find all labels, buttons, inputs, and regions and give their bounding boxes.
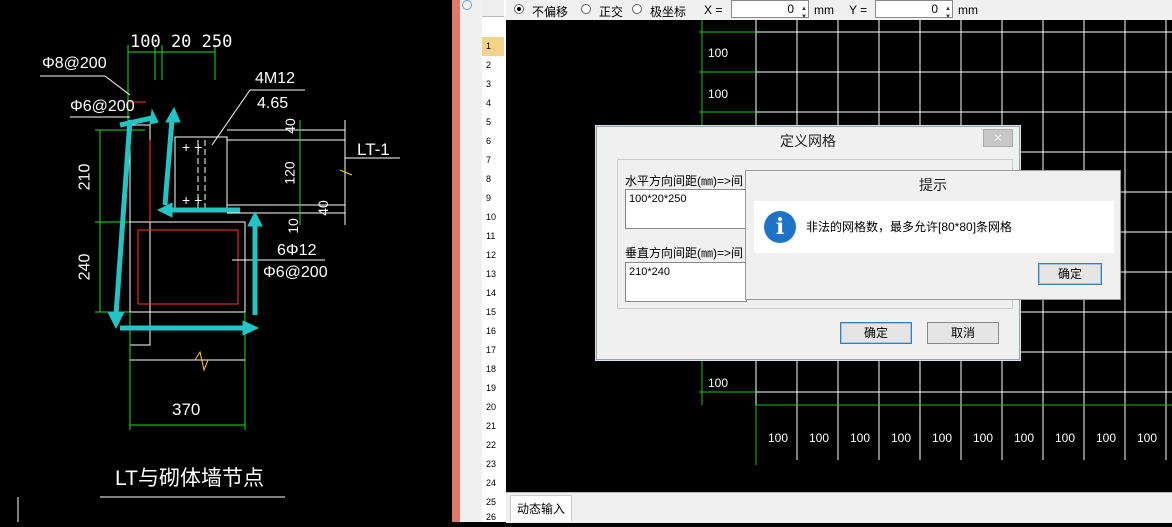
dim-370: 370	[172, 400, 201, 419]
grid-bottom-label: 100	[932, 431, 953, 445]
bolt-length-label: 4.65	[257, 95, 289, 112]
row-number[interactable]: 3	[482, 75, 504, 94]
grid-left-label: 100	[708, 46, 729, 60]
tab-dynamic-input[interactable]: 动态输入	[510, 495, 573, 521]
side-strip	[460, 0, 483, 522]
bottom-bar: 动态输入	[506, 492, 1172, 523]
row-number[interactable]: 1	[482, 37, 504, 56]
y-value: 0	[931, 2, 938, 16]
ok-button[interactable]: 确定	[840, 322, 912, 344]
circle-icon	[462, 0, 472, 10]
row-number[interactable]: 5	[482, 113, 504, 132]
x-label: X =	[704, 3, 723, 17]
radio-ortho-label[interactable]: 正交	[599, 3, 623, 20]
radio-polar-label[interactable]: 极坐标	[650, 3, 686, 20]
row-number[interactable]: 13	[482, 265, 504, 284]
row-number[interactable]: 10	[482, 208, 504, 227]
grid-left-label: 100	[708, 87, 729, 101]
lt1-label: LT-1	[357, 140, 390, 159]
radio-polar[interactable]	[632, 4, 642, 14]
row-number[interactable]: 9	[482, 189, 504, 208]
grid-bottom-label: 100	[768, 431, 789, 445]
grid-bottom-label: 100	[891, 431, 912, 445]
vertical-spacing-label: 垂直方向间距(㎜)=>间	[625, 246, 744, 260]
row-number[interactable]: 18	[482, 360, 504, 379]
tip-message: 非法的网格数，最多允许[80*80]条网格	[806, 220, 1013, 234]
vertical-spacing-input[interactable]: 210*240	[625, 262, 747, 302]
svg-text:+ +: + +	[182, 139, 202, 155]
row-number-column: 1 2 3 4 5 6 7 8 9 10 11 12 13 14 15 16 1…	[482, 0, 507, 522]
dim-10: 10	[284, 218, 301, 234]
tip-body: i 非法的网格数，最多允许[80*80]条网格	[754, 201, 1114, 253]
tip-ok-button[interactable]: 确定	[1038, 263, 1102, 285]
horizontal-spacing-input[interactable]: 100*20*250	[625, 189, 747, 229]
dim-210: 210	[76, 163, 94, 191]
x-unit: mm	[814, 3, 834, 17]
row-number[interactable]: 20	[482, 398, 504, 417]
row-number[interactable]: 23	[482, 455, 504, 474]
dim-120: 120	[281, 161, 298, 185]
row-number[interactable]: 12	[482, 246, 504, 265]
x-value: 0	[787, 2, 794, 16]
cad-drawing: + + + +	[17, 45, 400, 522]
tip-dialog: 提示 i 非法的网格数，最多允许[80*80]条网格 确定	[745, 170, 1121, 300]
rebar-stirrup-label: Φ6@200	[263, 264, 328, 281]
pane-splitter[interactable]	[452, 0, 460, 522]
rebar-top2-label: Φ6@200	[70, 98, 135, 115]
row-number[interactable]: 26	[482, 508, 504, 522]
grid-bottom-label: 100	[850, 431, 871, 445]
row-number[interactable]: 7	[482, 151, 504, 170]
row-number[interactable]: 24	[482, 474, 504, 493]
radio-no-offset[interactable]	[514, 4, 524, 14]
row-header	[482, 0, 504, 17]
grid-bottom-label: 100	[973, 431, 994, 445]
grid-bottom-label: 100	[1096, 431, 1117, 445]
grid-bottom-label: 100	[1014, 431, 1035, 445]
cad-drawing-pane[interactable]: + + + + 100 20 250 Φ8@200 Φ6@200 4M12 4.…	[0, 0, 452, 522]
row-number[interactable]: 16	[482, 322, 504, 341]
row-number[interactable]: 11	[482, 227, 504, 246]
dim-240: 240	[76, 253, 94, 281]
grid-bottom-label: 100	[1137, 431, 1158, 445]
y-input[interactable]: 0 ▲ ▼	[875, 0, 953, 20]
y-label: Y =	[849, 3, 868, 17]
rebar-top-label: Φ8@200	[42, 55, 107, 72]
cancel-button[interactable]: 取消	[927, 322, 999, 344]
row-number[interactable]: 8	[482, 170, 504, 189]
rebar-main-label: 6Φ12	[277, 242, 317, 259]
row-number[interactable]: 22	[482, 436, 504, 455]
y-unit: mm	[958, 3, 978, 17]
offset-toolbar: 不偏移 正交 极坐标 X = 0 ▲ ▼ mm Y = 0 ▲ ▼ mm	[506, 0, 1172, 21]
grid-bottom-label: 100	[1055, 431, 1076, 445]
row-number[interactable]: 4	[482, 94, 504, 113]
radio-ortho[interactable]	[581, 4, 591, 14]
radio-no-offset-label[interactable]: 不偏移	[532, 3, 568, 20]
row-number[interactable]: 21	[482, 417, 504, 436]
dialog-title[interactable]: 定义网格	[597, 127, 1019, 155]
info-icon: i	[764, 211, 796, 243]
grid-left-label: 100	[708, 376, 729, 390]
row-number[interactable]: 19	[482, 379, 504, 398]
tip-title[interactable]: 提示	[746, 171, 1120, 199]
row-number[interactable]: 6	[482, 132, 504, 151]
x-input[interactable]: 0 ▲ ▼	[731, 0, 809, 20]
dim-top-text: 100 20 250	[130, 32, 233, 52]
row-number[interactable]: 14	[482, 284, 504, 303]
row-number[interactable]: 15	[482, 303, 504, 322]
grid-bottom-label: 100	[809, 431, 830, 445]
drawing-caption: LT与砌体墙节点	[115, 467, 264, 490]
row-number[interactable]: 2	[482, 56, 504, 75]
dim-40a: 40	[281, 118, 298, 134]
close-icon[interactable]: ×	[983, 129, 1013, 147]
horizontal-spacing-label: 水平方向间距(㎜)=>间	[625, 174, 744, 188]
dim-40b: 40	[314, 200, 331, 216]
svg-text:+ +: + +	[182, 192, 202, 208]
row-number[interactable]: 17	[482, 341, 504, 360]
bolt-label: 4M12	[255, 70, 296, 87]
